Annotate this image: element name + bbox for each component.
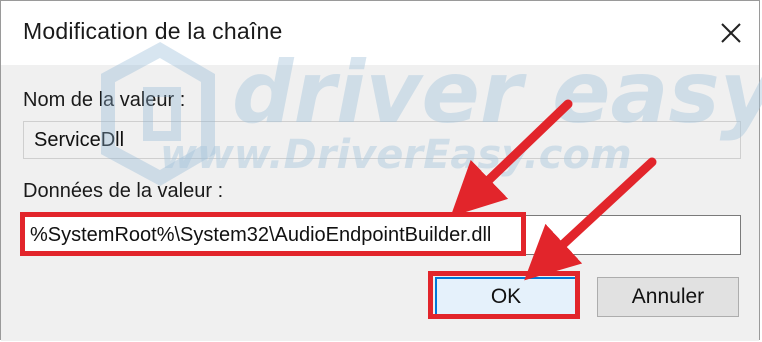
ok-button[interactable]: OK <box>435 277 577 317</box>
dialog-body: Nom de la valeur : ServiceDll Données de… <box>1 65 759 341</box>
ok-button-label: OK <box>490 285 522 308</box>
close-button[interactable] <box>709 11 753 55</box>
dialog-title: Modification de la chaîne <box>23 18 283 44</box>
cancel-button[interactable]: Annuler <box>597 277 739 317</box>
title-bar: Modification de la chaîne <box>1 1 759 65</box>
string-edit-dialog: Modification de la chaîne Nom de la vale… <box>0 0 760 341</box>
close-icon <box>721 23 741 43</box>
value-data-label: Données de la valeur : <box>23 180 224 202</box>
value-name-field[interactable]: ServiceDll <box>23 121 741 159</box>
value-data-input[interactable]: %SystemRoot%\System32\AudioEndpointBuild… <box>23 215 741 255</box>
value-name-text: ServiceDll <box>34 128 125 151</box>
cancel-button-label: Annuler <box>631 285 705 308</box>
value-name-label: Nom de la valeur : <box>23 89 186 111</box>
value-data-text: %SystemRoot%\System32\AudioEndpointBuild… <box>30 223 492 246</box>
